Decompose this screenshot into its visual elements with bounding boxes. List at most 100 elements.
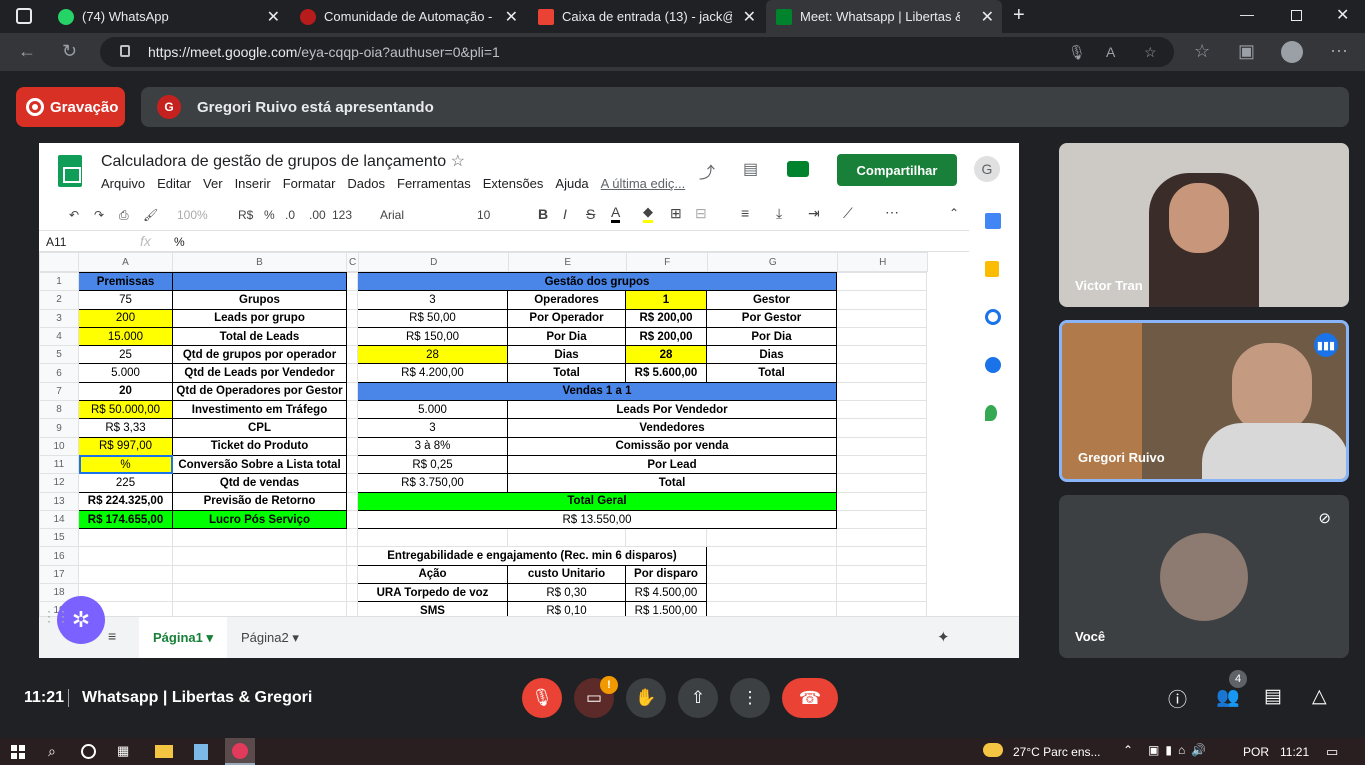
cell-f19[interactable]: R$ 1.500,00 (625, 601, 707, 616)
self-tile[interactable]: ⊘ Você (1059, 495, 1349, 658)
taskbar-clock[interactable]: 11:21 (1280, 745, 1309, 759)
zoom-select[interactable]: 100% (177, 208, 208, 222)
explore-icon[interactable]: ✦ (937, 628, 950, 646)
cell-e4[interactable]: Por Dia (507, 326, 626, 347)
tasks-icon[interactable] (985, 309, 1001, 325)
cell-d5[interactable]: 28 (357, 345, 508, 365)
valign-icon[interactable]: ⤓ (776, 205, 782, 222)
cell-a6[interactable]: 5.000 (78, 363, 173, 383)
cell-d4[interactable]: R$ 150,00 (357, 326, 508, 347)
cell-e10[interactable]: Comissão por venda (507, 436, 837, 456)
cell-g19[interactable] (706, 601, 837, 616)
cell-b16[interactable] (172, 546, 347, 566)
cell-a10[interactable]: R$ 997,00 (78, 436, 173, 456)
expand-panel-icon[interactable]: › (985, 604, 1005, 622)
new-tab-button[interactable]: + (1013, 4, 1025, 27)
tray-chevron-icon[interactable]: ⌃ (1123, 743, 1133, 757)
star-icon[interactable]: ☆ (451, 153, 465, 170)
cell-a1[interactable]: Premissas (78, 271, 173, 292)
cell-a7[interactable]: 20 (78, 381, 173, 402)
sheet-tab-pagina2[interactable]: Página2 ▾ (227, 617, 313, 658)
raise-hand-button[interactable]: ✋ (626, 678, 666, 718)
close-tab-icon[interactable]: ✕ (743, 7, 756, 27)
row-header[interactable]: 6 (39, 363, 79, 383)
cell-e9[interactable]: Vendedores (507, 418, 837, 438)
row-header[interactable]: 8 (39, 400, 79, 420)
maximize-button[interactable] (1291, 10, 1302, 21)
cell-c6[interactable] (346, 363, 358, 383)
cell-d15[interactable] (357, 528, 508, 548)
cell-b1[interactable] (172, 271, 347, 292)
cell-a16[interactable] (78, 546, 173, 566)
tab-comunidade[interactable]: Comunidade de Automação - Esc ✕ (290, 0, 526, 33)
cell-d14[interactable]: R$ 13.550,00 (357, 509, 837, 530)
cell-h16[interactable] (836, 546, 927, 566)
number-format[interactable]: 123 (332, 208, 352, 222)
cell-e3[interactable]: Por Operador (507, 308, 626, 328)
search-icon[interactable]: ⌕ (48, 743, 56, 760)
redo-icon[interactable]: ↷ (94, 208, 104, 222)
row-header[interactable]: 16 (39, 546, 79, 566)
cell-h13[interactable] (836, 491, 927, 511)
cell-c18[interactable] (346, 583, 358, 603)
cell-h2[interactable] (836, 290, 927, 310)
cell-d11[interactable]: R$ 0,25 (357, 454, 508, 475)
cell-g6[interactable]: Total (706, 363, 837, 383)
comments-icon[interactable]: ▤ (743, 159, 758, 179)
favorites-icon[interactable]: ☆ (1194, 41, 1210, 62)
participant-tile-speaking[interactable]: ▮▮▮ Gregori Ruivo (1059, 320, 1349, 482)
corner-cell[interactable] (39, 252, 79, 272)
cell-h14[interactable] (836, 509, 927, 530)
cell-d1[interactable]: Gestão dos grupos (357, 271, 837, 292)
cortana-icon[interactable] (81, 744, 96, 759)
currency-format[interactable]: R$ (238, 208, 253, 222)
close-tab-icon[interactable]: ✕ (267, 7, 280, 27)
cell-c1[interactable] (346, 271, 358, 292)
cell-c11[interactable] (346, 454, 358, 475)
cell-e11[interactable]: Por Lead (507, 454, 837, 475)
wrap-icon[interactable]: ⇥ (808, 205, 820, 222)
cell-a15[interactable] (78, 528, 173, 548)
font-size-select[interactable]: 10 (477, 208, 490, 222)
cell-a12[interactable]: 225 (78, 473, 173, 493)
add-addon-icon[interactable]: + (985, 477, 1005, 500)
back-icon[interactable]: ← (18, 41, 36, 62)
cell-d7[interactable]: Vendas 1 a 1 (357, 381, 837, 402)
tab-actions-icon[interactable] (16, 8, 32, 24)
row-header[interactable]: 1 (39, 271, 79, 292)
cell-h19[interactable] (836, 601, 927, 616)
cell-g2[interactable]: Gestor (706, 290, 837, 310)
row-header[interactable]: 2 (39, 290, 79, 310)
share-button[interactable]: Compartilhar (837, 154, 957, 186)
row-header[interactable]: 17 (39, 564, 79, 585)
people-icon[interactable]: 👥 (1216, 685, 1240, 709)
cell-c16[interactable] (346, 546, 358, 566)
cell-f6[interactable]: R$ 5.600,00 (625, 363, 707, 383)
cell-f3[interactable]: R$ 200,00 (625, 308, 707, 328)
cell-h5[interactable] (836, 345, 927, 365)
strikethrough-icon[interactable]: S (586, 206, 595, 222)
row-header[interactable]: 15 (39, 528, 79, 548)
cell-c15[interactable] (346, 528, 358, 548)
cell-b11[interactable]: Conversão Sobre a Lista total (172, 454, 347, 475)
cell-e18[interactable]: R$ 0,30 (507, 583, 626, 603)
cell-g16[interactable] (706, 546, 837, 566)
cell-d19[interactable]: SMS (357, 601, 508, 616)
cell-a14[interactable]: R$ 174.655,00 (78, 509, 173, 530)
cell-b19[interactable] (172, 601, 347, 616)
cell-f5[interactable]: 28 (625, 345, 707, 365)
keep-icon[interactable] (985, 261, 999, 277)
cell-c8[interactable] (346, 400, 358, 420)
chat-icon[interactable]: ▤ (1264, 685, 1282, 708)
cell-h6[interactable] (836, 363, 927, 383)
row-header[interactable]: 4 (39, 326, 79, 347)
decrease-decimal[interactable]: .0 (285, 208, 295, 222)
spreadsheet-grid[interactable]: A B C D E F G H 1 Premissas Gestão dos gru… (39, 252, 969, 616)
cell-c10[interactable] (346, 436, 358, 456)
cell-b3[interactable]: Leads por grupo (172, 308, 347, 328)
cell-c4[interactable] (346, 326, 358, 347)
cell-c7[interactable] (346, 381, 358, 402)
cell-e17[interactable]: custo Unitario (507, 564, 626, 585)
notifications-icon[interactable]: ▭ (1326, 744, 1338, 760)
profile-avatar[interactable] (1281, 41, 1303, 63)
